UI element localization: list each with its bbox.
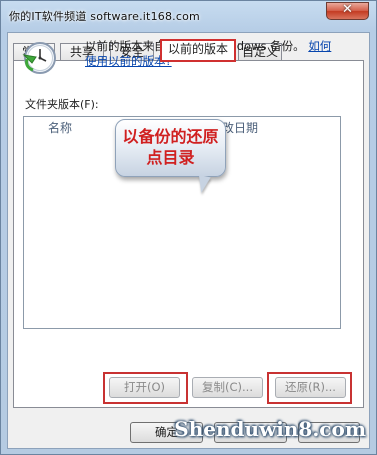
window-title: 你的IT软件频道 software.it168.com [9,10,200,23]
tab-previous-versions[interactable]: 以前的版本 [160,39,236,62]
open-button-highlight [103,372,188,404]
restore-button-highlight [267,372,352,404]
title-bar[interactable]: 你的IT软件频道 software.it168.com ✕ [1,1,376,31]
close-icon: ✕ [342,2,353,17]
clock-restore-icon [22,42,56,74]
column-name[interactable]: 名称 [48,117,72,139]
copy-button[interactable]: 复制(C)... [192,377,263,398]
annotation-callout: 以备份的还原点目录 [115,119,226,177]
help-link-part2[interactable]: 使用以前的版本? [85,54,172,68]
properties-window: 你的IT软件频道 software.it168.com ✕ 常规 共享 安全 以… [0,0,377,455]
site-watermark: Shenduwin8.com [174,417,366,441]
help-link-part1[interactable]: 如何 [308,39,331,53]
folder-versions-label: 文件夹版本(F): [25,98,99,111]
close-button[interactable]: ✕ [326,2,369,20]
